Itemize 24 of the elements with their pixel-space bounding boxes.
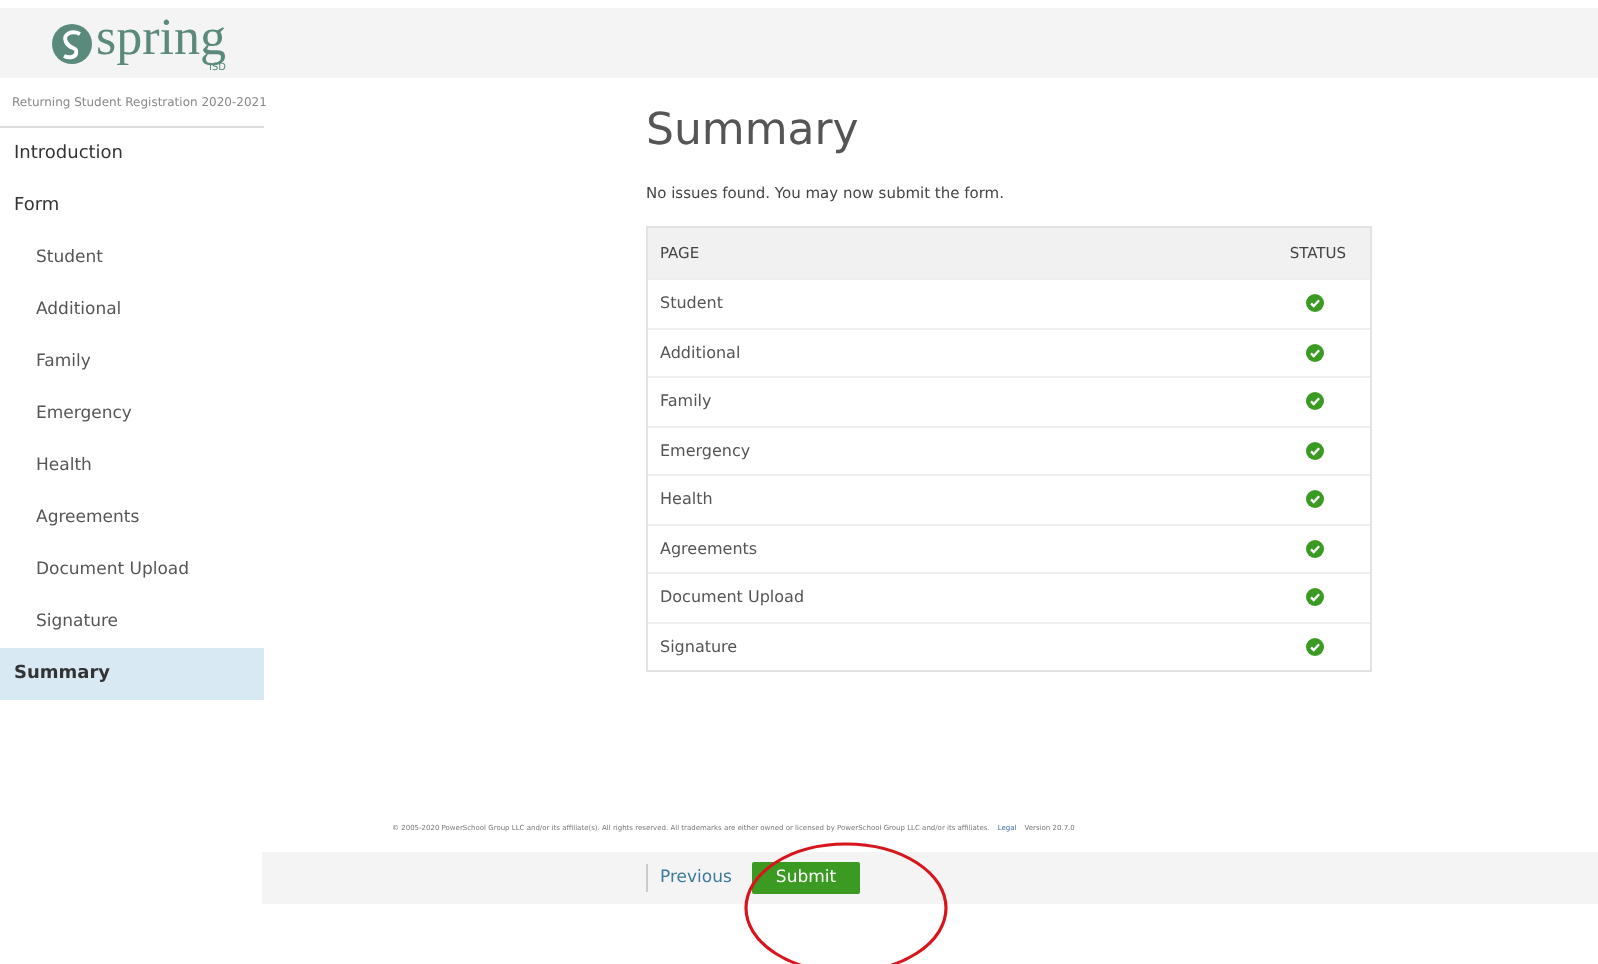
- table-cell: Family: [660, 392, 712, 411]
- previous-button[interactable]: Previous: [646, 864, 732, 892]
- sidebar-item[interactable]: Family: [0, 336, 264, 388]
- table-cell: Student: [660, 294, 723, 313]
- table-cell: Health: [660, 490, 713, 509]
- sidebar-item[interactable]: Form: [0, 180, 264, 232]
- logo-text: spring: [96, 12, 226, 64]
- sidebar-item[interactable]: Agreements: [0, 492, 264, 544]
- table-cell: Signature: [660, 637, 738, 656]
- sidebar-item[interactable]: Signature: [0, 596, 264, 648]
- table-cell: Additional: [660, 343, 741, 362]
- sidebar-item[interactable]: Introduction: [0, 128, 264, 180]
- table-cell: Document Upload: [660, 588, 805, 607]
- page-title: Summary: [646, 106, 861, 156]
- sidebar-item[interactable]: Document Upload: [0, 544, 264, 596]
- sidebar-item[interactable]: Summary: [0, 648, 264, 700]
- logo-icon: [52, 23, 92, 63]
- sidebar-item[interactable]: Student: [0, 232, 264, 284]
- table-cell: Agreements: [660, 539, 758, 558]
- table-cell: Emergency: [660, 441, 751, 460]
- submit-button[interactable]: Submit: [751, 862, 861, 894]
- sidebar-item[interactable]: Health: [0, 440, 264, 492]
- sidebar-item[interactable]: Emergency: [0, 388, 264, 440]
- sidebar-item[interactable]: Additional: [0, 284, 264, 336]
